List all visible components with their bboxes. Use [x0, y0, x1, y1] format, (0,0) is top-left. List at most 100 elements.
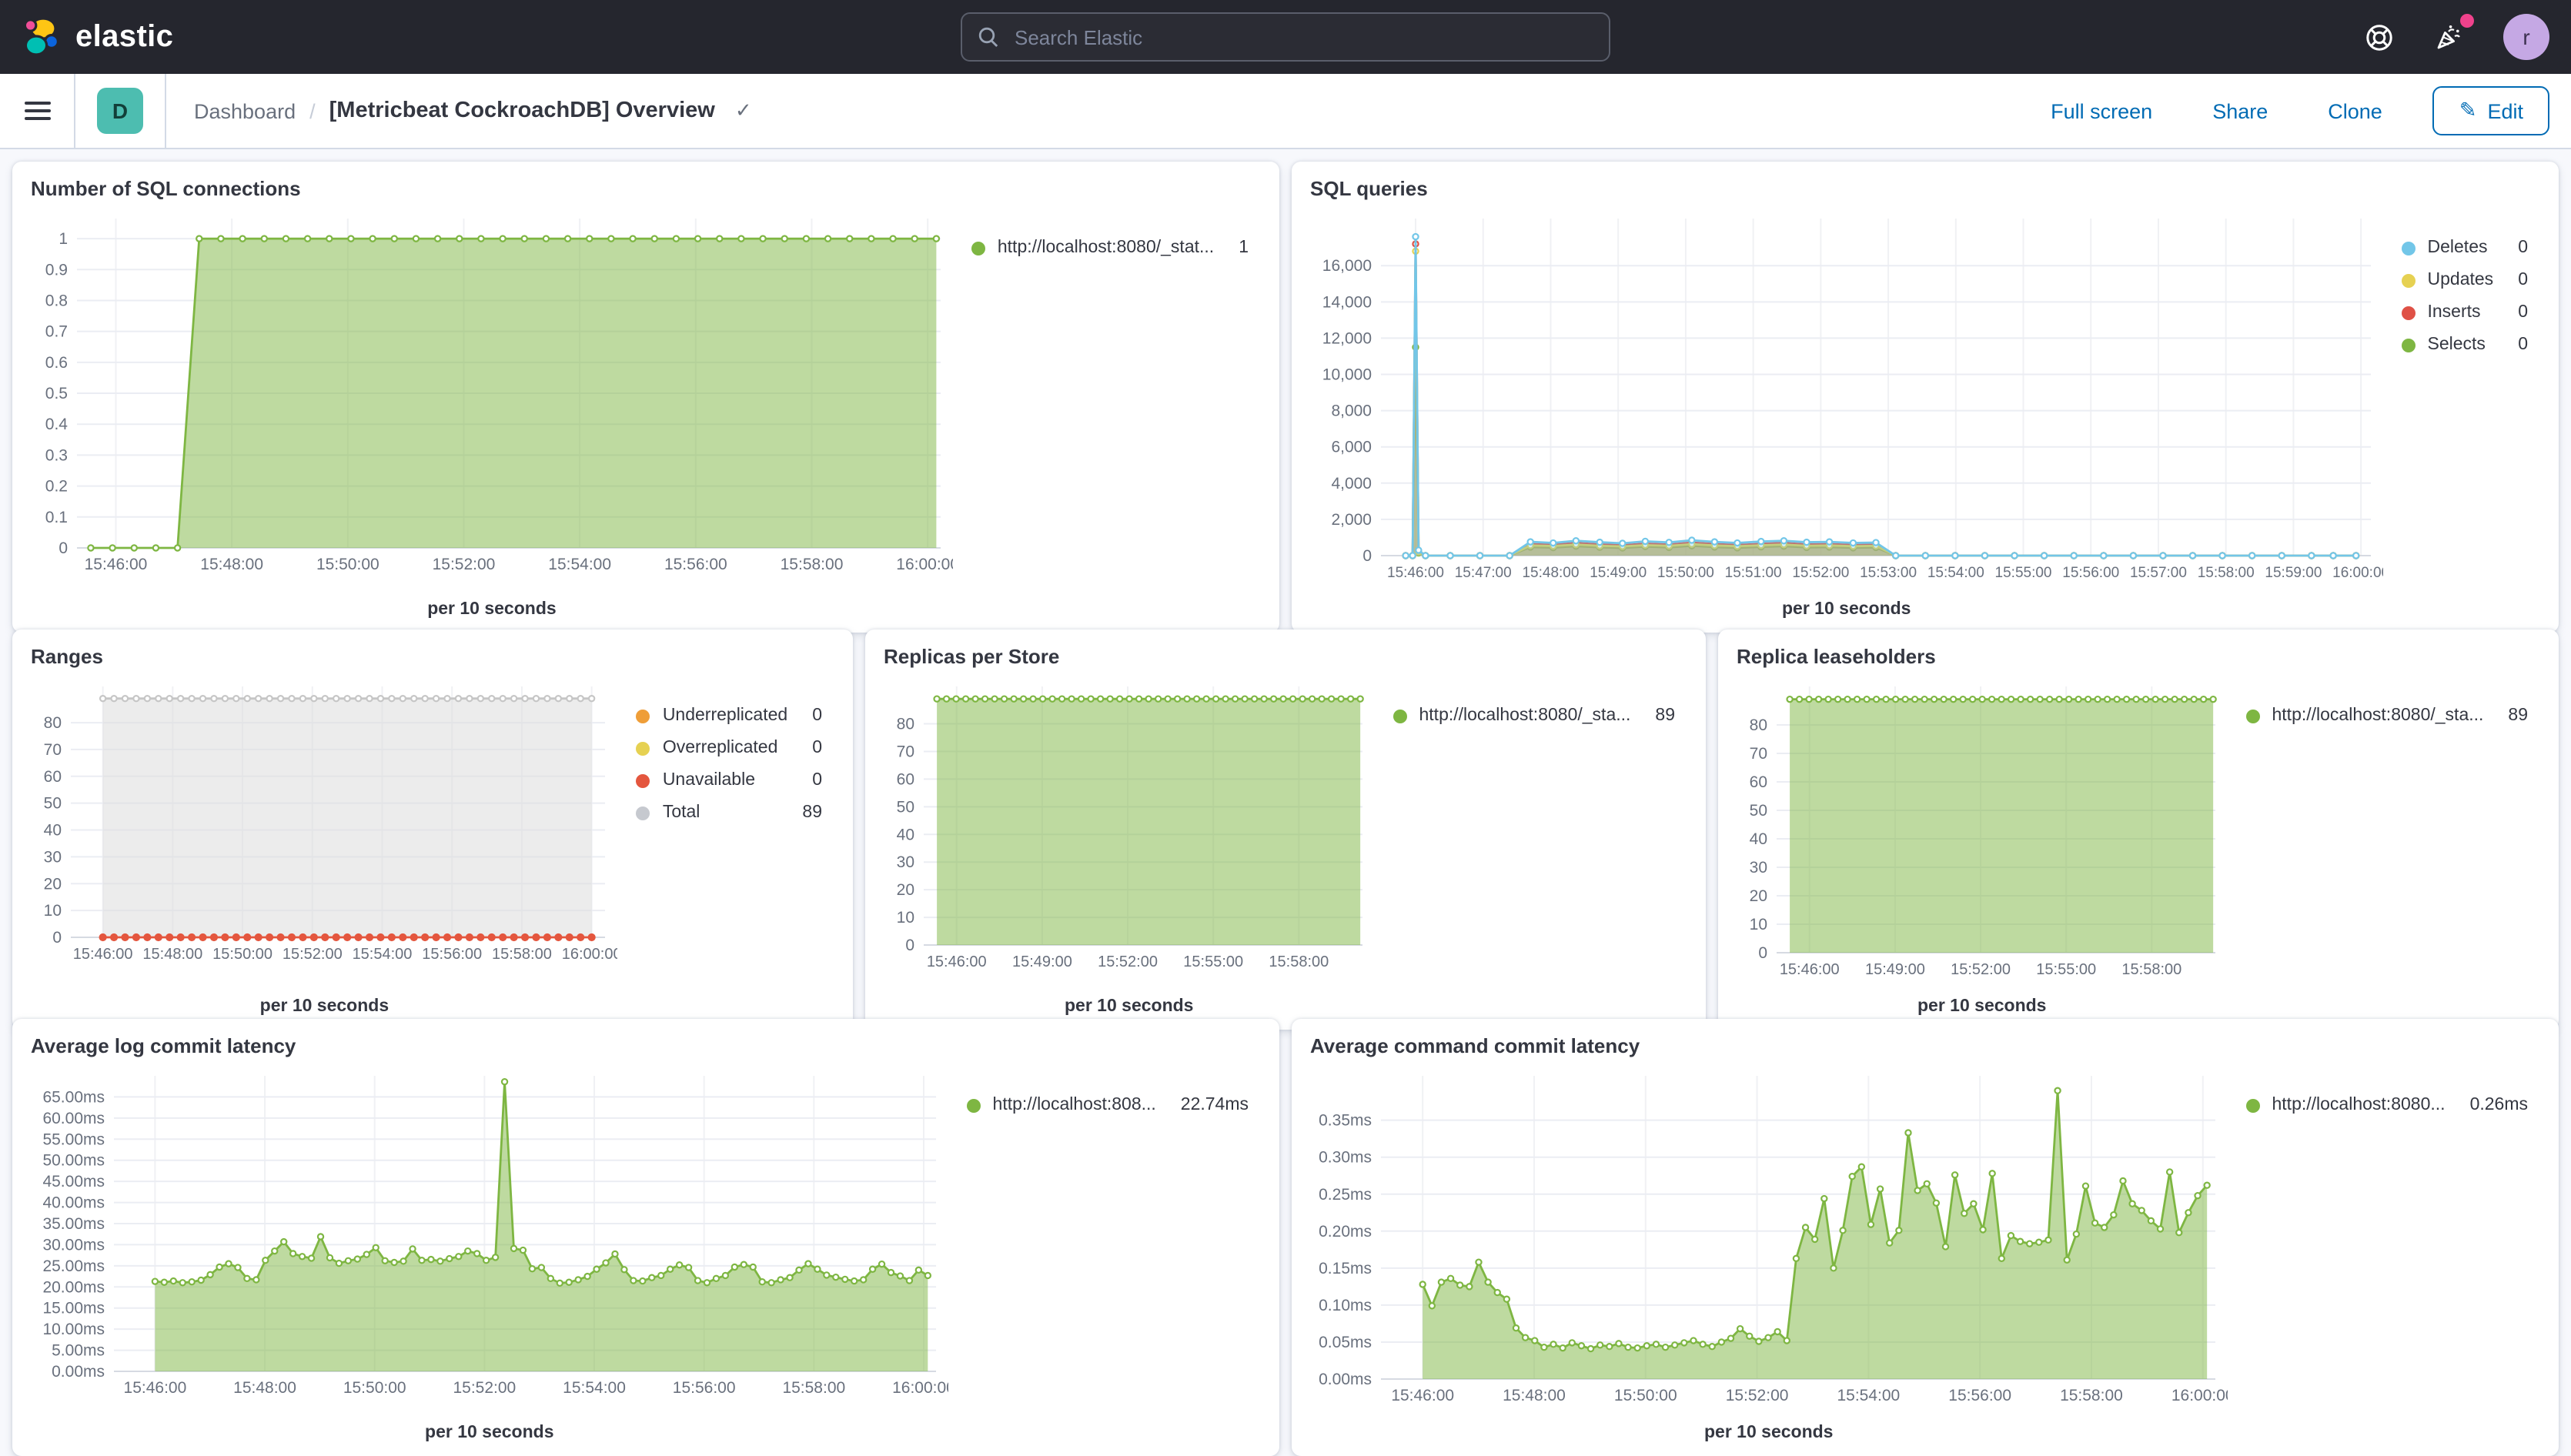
legend-item[interactable]: Inserts0 [2402, 303, 2529, 322]
legend-item[interactable]: Underreplicated0 [637, 706, 822, 725]
svg-text:15:59:00: 15:59:00 [2265, 565, 2322, 581]
legend-item[interactable]: Deletes0 [2402, 239, 2529, 257]
chart-canvas[interactable]: 15:46:0015:48:0015:50:0015:52:0015:54:00… [1310, 1060, 2228, 1418]
svg-text:15:50:00: 15:50:00 [316, 556, 379, 573]
svg-text:15:52:00: 15:52:00 [433, 556, 496, 573]
legend-dot-icon [637, 709, 650, 723]
dashboard-toolbar: D Dashboard / [Metricbeat CockroachDB] O… [0, 74, 2571, 149]
svg-text:30: 30 [897, 853, 914, 871]
svg-text:35.00ms: 35.00ms [42, 1215, 105, 1233]
chart-canvas[interactable]: 15:46:0015:48:0015:50:0015:52:0015:54:00… [31, 1060, 948, 1418]
menu-hamburger-icon[interactable] [0, 74, 75, 148]
legend-item[interactable]: http://localhost:8080/_sta...89 [1393, 706, 1676, 725]
news-party-popper-icon[interactable] [2432, 20, 2466, 54]
app-window: elastic [0, 0, 2571, 1445]
notification-dot [2460, 14, 2474, 28]
svg-text:15:46:00: 15:46:00 [85, 556, 148, 573]
legend-item[interactable]: http://localhost:8080/_sta...89 [2246, 706, 2529, 725]
svg-text:15:54:00: 15:54:00 [1927, 565, 1984, 581]
panel-number-of-sql-connections: Number of SQL connections 15:46:0015:48:… [12, 162, 1279, 633]
brand-name: elastic [75, 19, 173, 55]
brand[interactable]: elastic [22, 15, 173, 58]
svg-text:15:48:00: 15:48:00 [200, 556, 263, 573]
full-screen-link[interactable]: Full screen [2041, 98, 2161, 124]
svg-text:8,000: 8,000 [1331, 402, 1372, 420]
legend-item[interactable]: Overreplicated0 [637, 739, 822, 757]
svg-text:14,000: 14,000 [1322, 293, 1372, 311]
chart-canvas[interactable]: 15:46:0015:47:0015:48:0015:49:0015:50:00… [1310, 203, 2383, 594]
svg-text:15:51:00: 15:51:00 [1725, 565, 1782, 581]
legend-label: http://localhost:808... [993, 1096, 1156, 1114]
svg-text:15:46:00: 15:46:00 [124, 1379, 187, 1397]
svg-text:4,000: 4,000 [1331, 475, 1372, 493]
legend-label: Underreplicated [663, 706, 787, 725]
legend-value: 0.26ms [2446, 1096, 2528, 1114]
legend-value: 89 [777, 803, 822, 822]
pencil-icon: ✎ [2459, 99, 2477, 123]
legend-dot-icon [2246, 1098, 2260, 1112]
legend-label: http://localhost:8080/_sta... [1419, 706, 1631, 725]
x-axis-caption: per 10 seconds [31, 594, 953, 626]
search-input[interactable] [1011, 24, 1593, 50]
legend-label: http://localhost:8080/_stat... [998, 239, 1214, 257]
page-title: [Metricbeat CockroachDB] Overview [329, 99, 715, 123]
share-link[interactable]: Share [2203, 98, 2277, 124]
chart-canvas[interactable]: 15:46:0015:49:0015:52:0015:55:0015:58:00… [1737, 671, 2228, 991]
legend-label: Total [663, 803, 700, 822]
dashboard-app-badge[interactable]: D [75, 74, 166, 148]
chart-canvas[interactable]: 15:46:0015:48:0015:50:0015:52:0015:54:00… [31, 671, 618, 991]
breadcrumb-dashboard-link[interactable]: Dashboard [194, 99, 296, 122]
svg-text:80: 80 [44, 714, 62, 732]
legend-label: Overreplicated [663, 739, 778, 757]
legend-item[interactable]: http://localhost:8080...0.26ms [2246, 1096, 2529, 1114]
svg-text:15:55:00: 15:55:00 [1183, 953, 1243, 970]
edit-button[interactable]: ✎ Edit [2433, 86, 2549, 135]
legend-label: Updates [2428, 271, 2494, 289]
svg-text:15:47:00: 15:47:00 [1455, 565, 1512, 581]
user-avatar[interactable]: r [2503, 14, 2549, 60]
svg-text:15:48:00: 15:48:00 [1503, 1387, 1566, 1404]
legend-item[interactable]: http://localhost:808...22.74ms [967, 1096, 1249, 1114]
legend-dot-icon [2246, 709, 2260, 723]
svg-text:15:55:00: 15:55:00 [1995, 565, 2052, 581]
svg-text:15:58:00: 15:58:00 [2121, 961, 2182, 978]
legend-value: 0 [787, 771, 822, 790]
chart-legend: http://localhost:8080/_stat...1 [953, 203, 1261, 626]
global-search[interactable] [961, 12, 1610, 62]
title-check-icon[interactable]: ✓ [735, 99, 752, 123]
svg-text:15:52:00: 15:52:00 [283, 946, 343, 963]
svg-text:15.00ms: 15.00ms [42, 1300, 105, 1317]
svg-text:60: 60 [44, 768, 62, 786]
legend-item[interactable]: Total 89 [637, 803, 822, 822]
legend-dot-icon [2402, 273, 2416, 287]
svg-text:15:55:00: 15:55:00 [2036, 961, 2096, 978]
chart-legend: Underreplicated0Overreplicated0Unavailab… [618, 671, 834, 1024]
help-life-ring-icon[interactable] [2362, 20, 2395, 54]
legend-item[interactable]: Selects0 [2402, 336, 2529, 354]
panel-title: Ranges [31, 645, 834, 668]
legend-dot-icon [637, 806, 650, 820]
legend-item[interactable]: Updates0 [2402, 271, 2529, 289]
legend-item[interactable]: Unavailable0 [637, 771, 822, 790]
svg-text:30.00ms: 30.00ms [42, 1236, 105, 1254]
svg-text:0: 0 [1758, 944, 1767, 962]
legend-item[interactable]: http://localhost:8080/_stat...1 [971, 239, 1249, 257]
panel-sql-queries: SQL queries 15:46:0015:47:0015:48:0015:4… [1292, 162, 2559, 633]
svg-text:5.00ms: 5.00ms [52, 1342, 105, 1360]
svg-text:80: 80 [1750, 716, 1767, 734]
panel-ranges: Ranges 15:46:0015:48:0015:50:0015:52:001… [12, 629, 853, 1030]
legend-dot-icon [971, 241, 985, 255]
svg-text:0.5: 0.5 [45, 385, 68, 402]
chart-canvas[interactable]: 15:46:0015:49:0015:52:0015:55:0015:58:00… [884, 671, 1375, 991]
breadcrumb: Dashboard / [Metricbeat CockroachDB] Ove… [194, 99, 752, 123]
svg-text:15:52:00: 15:52:00 [1098, 953, 1158, 970]
svg-text:60: 60 [1750, 773, 1767, 791]
svg-text:0.9: 0.9 [45, 261, 68, 279]
svg-text:15:46:00: 15:46:00 [1780, 961, 1840, 978]
svg-text:16:00:00: 16:00:00 [562, 946, 617, 963]
clone-link[interactable]: Clone [2319, 98, 2392, 124]
svg-text:15:48:00: 15:48:00 [233, 1379, 296, 1397]
svg-text:0.3: 0.3 [45, 446, 68, 464]
svg-text:15:48:00: 15:48:00 [142, 946, 202, 963]
chart-canvas[interactable]: 15:46:0015:48:0015:50:0015:52:0015:54:00… [31, 203, 953, 594]
